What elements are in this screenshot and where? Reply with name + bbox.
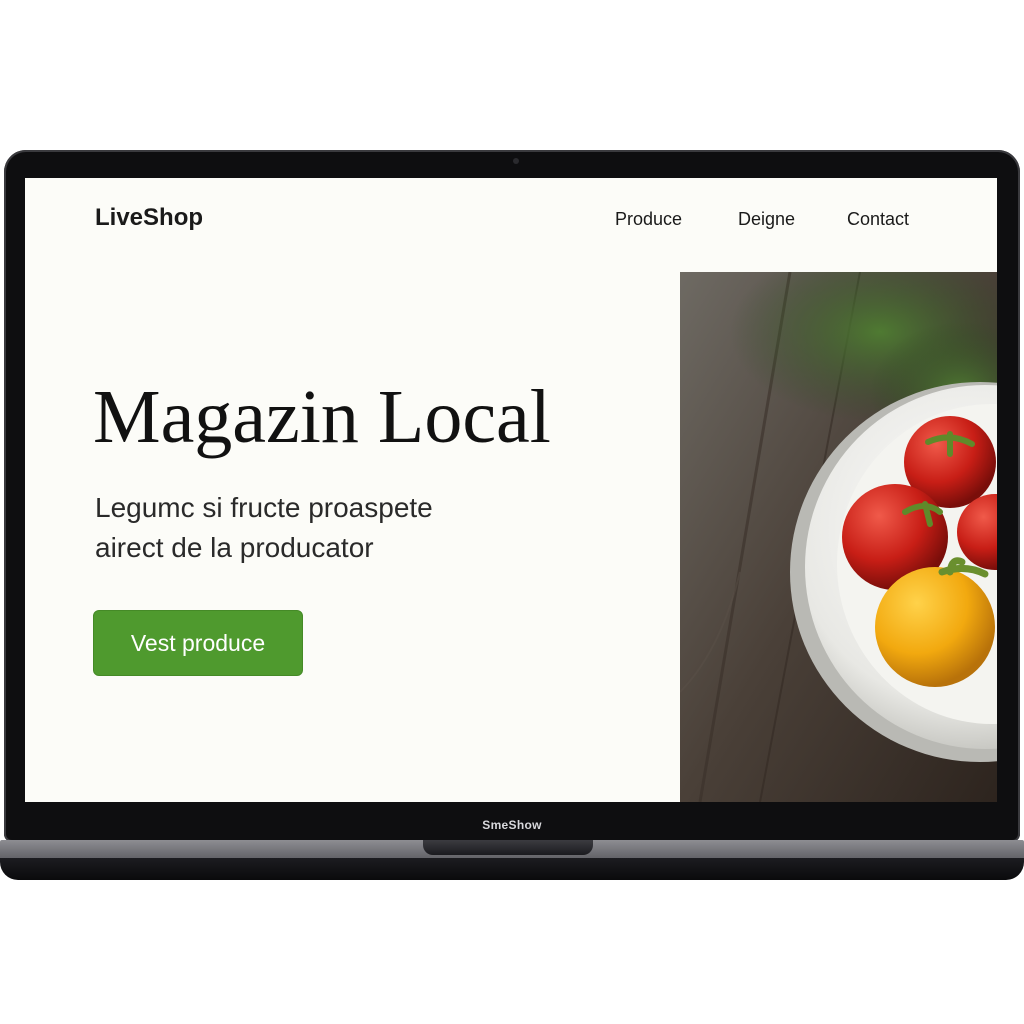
- camera-icon: [513, 158, 519, 164]
- laptop-brand-label: SmeShow: [482, 818, 542, 832]
- webpage-screen: LiveShop Produce Deigne Contact Magazin …: [25, 178, 997, 802]
- nav-link-deigne[interactable]: Deigne: [738, 209, 795, 230]
- hero-subtitle-line-1: Legumc si fructe proaspete: [95, 492, 433, 523]
- laptop-foot: [0, 858, 1024, 880]
- site-logo[interactable]: LiveShop: [95, 204, 203, 232]
- nav-link-contact[interactable]: Contact: [847, 209, 909, 230]
- laptop-notch: [423, 840, 593, 855]
- hero-title: Magazin Local: [93, 375, 551, 459]
- hero-subtitle-line-2: airect de la producator: [95, 532, 374, 563]
- tomato-bowl-image: [680, 272, 997, 802]
- nav-link-produce[interactable]: Produce: [615, 209, 682, 230]
- view-products-button[interactable]: Vest produce: [93, 610, 303, 676]
- laptop-frame: LiveShop Produce Deigne Contact Magazin …: [4, 150, 1020, 842]
